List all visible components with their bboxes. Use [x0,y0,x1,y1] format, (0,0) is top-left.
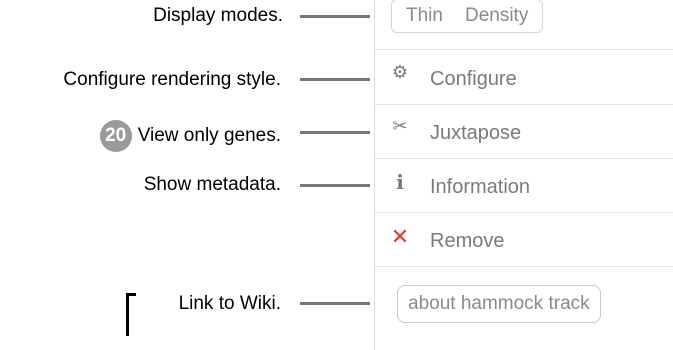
annotation-display-modes: Display modes. [153,4,283,28]
annotation-text: Display modes. [153,5,283,26]
divider [375,266,673,267]
mode-thin-button[interactable]: Thin [406,5,443,27]
annotation-text: View only genes. [137,125,281,146]
divider [375,212,673,213]
annotation-text: Show metadata. [143,174,281,195]
divider [375,158,673,159]
gear-icon: ⚙ [391,62,409,82]
annotation-juxtapose: 20 View only genes. [99,120,281,152]
menu-item-label: Information [430,176,531,198]
annotation-configure: Configure rendering style. [63,68,281,92]
menu-item-information[interactable]: i Information [375,162,673,214]
divider [375,49,673,50]
annotation-line [300,184,370,187]
annotation-line [300,131,370,134]
menu-item-configure[interactable]: ⚙ Configure [375,54,673,106]
display-mode-toggle: Thin Density [391,0,544,33]
track-context-menu: Thin Density ⚙ Configure ✂ Juxtapose i I… [374,0,673,350]
divider [375,104,673,105]
annotation-information: Show metadata. [144,173,281,197]
menu-item-label: Juxtapose [430,122,522,144]
step-badge: 20 [99,120,132,152]
annotation-text: Configure rendering style. [63,69,281,90]
annotation-line [300,302,370,305]
menu-item-remove[interactable]: ✕ Remove [375,216,673,268]
about-track-link[interactable]: about hammock track [397,285,601,323]
bracket-mark [126,293,129,336]
menu-item-juxtapose[interactable]: ✂ Juxtapose [375,108,673,160]
annotation-wiki: Link to Wiki. [179,292,281,316]
annotation-line [300,15,370,18]
annotation-text: Link to Wiki. [178,293,281,314]
menu-item-label: Remove [430,230,505,252]
annotation-line [300,78,370,81]
menu-item-label: Configure [430,68,517,90]
mode-density-button[interactable]: Density [465,5,528,27]
info-icon: i [396,170,404,194]
scissors-icon: ✂ [392,116,408,136]
close-icon: ✕ [390,224,410,249]
